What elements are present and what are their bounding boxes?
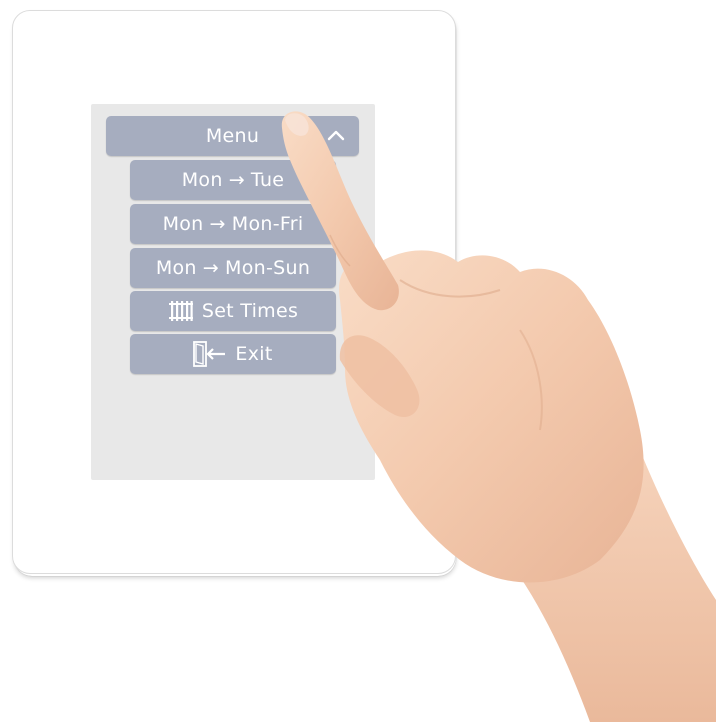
radiator-icon (168, 300, 202, 322)
menu-header-label: Menu (205, 125, 260, 147)
copy-mon-to-mon-sun-button[interactable]: Mon → Mon-Sun (130, 248, 336, 288)
exit-door-icon (193, 341, 235, 367)
chevron-up-icon (327, 130, 345, 141)
arrow-right-icon: → (202, 257, 220, 279)
item-to-label: Mon-Fri (231, 213, 304, 235)
set-times-button[interactable]: Set Times (130, 291, 336, 331)
copy-mon-to-tue-button[interactable]: Mon → Tue (130, 160, 336, 200)
copy-mon-to-mon-fri-button[interactable]: Mon → Mon-Fri (130, 204, 336, 244)
arrow-right-icon: → (228, 169, 245, 191)
item-from-label: Mon (181, 169, 223, 191)
item-to-label: Mon-Sun (225, 257, 311, 279)
stage: Menu Mon → Tue Mon → Mon-Fri Mon → Mon-S… (0, 0, 716, 722)
item-to-label: Tue (250, 169, 285, 191)
set-times-label: Set Times (201, 300, 299, 322)
exit-label: Exit (235, 343, 273, 365)
item-from-label: Mon (155, 257, 197, 279)
exit-button[interactable]: Exit (130, 334, 336, 374)
item-from-label: Mon (162, 213, 204, 235)
arrow-right-icon: → (209, 213, 226, 235)
menu-header-button[interactable]: Menu (106, 116, 359, 156)
